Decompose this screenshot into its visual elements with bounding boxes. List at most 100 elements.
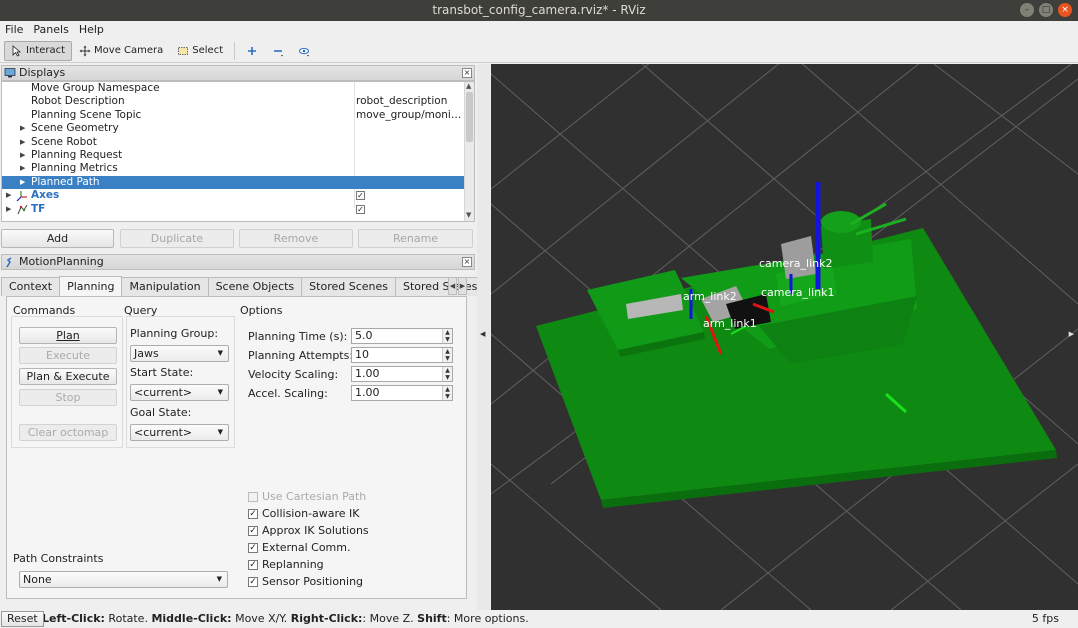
expand-arrow-icon[interactable]: ▶ (20, 162, 25, 175)
add-tool-button[interactable] (239, 41, 265, 61)
toolbar-separator (234, 41, 236, 60)
execute-button[interactable]: Execute (19, 347, 117, 364)
reset-button[interactable]: Reset (1, 611, 44, 627)
displays-title: Displays (19, 66, 66, 79)
use-cartesian-path-checkbox[interactable]: Use Cartesian Path (248, 490, 366, 503)
title-bar: transbot_config_camera.rviz* - RViz – □ … (0, 0, 1078, 21)
expand-arrow-icon[interactable]: ▶ (6, 203, 11, 216)
move-camera-tool-button[interactable]: Move Camera (72, 41, 170, 61)
status-key: Middle-Click: (151, 612, 232, 625)
tab-stored-scenes[interactable]: Stored Scenes (301, 277, 396, 296)
tree-row-planning-metrics[interactable]: ▶ Planning Metrics (2, 162, 464, 175)
tree-row-planning-request[interactable]: ▶ Planning Request (2, 149, 464, 162)
motion-planning-close-icon[interactable]: × (462, 257, 472, 267)
plan-and-execute-button[interactable]: Plan & Execute (19, 368, 117, 385)
collapse-left-icon[interactable]: ◀ (480, 330, 485, 338)
panel-splitter[interactable]: ◀ (477, 64, 490, 610)
checkmark-icon: ✓ (248, 525, 258, 536)
plan-label: Plan (56, 329, 80, 342)
path-constraints-select[interactable]: None ▼ (19, 571, 228, 588)
tf-enabled-checkbox[interactable]: ✓ (356, 204, 365, 214)
spin-arrows-icon[interactable]: ▲ ▼ (442, 367, 452, 381)
spin-arrows-icon[interactable]: ▲ ▼ (442, 348, 452, 362)
tab-scroll-left-icon[interactable]: ◀ (448, 277, 457, 295)
external-comm-checkbox[interactable]: ✓ External Comm. (248, 541, 350, 554)
scrollbar-thumb[interactable] (466, 92, 473, 142)
scroll-down-icon[interactable]: ▼ (466, 211, 471, 219)
tree-row-scene-geometry[interactable]: ▶ Scene Geometry (2, 122, 464, 135)
collapse-right-icon[interactable]: ▶ (1069, 330, 1074, 338)
velocity-scaling-input[interactable]: 1.00 ▲ ▼ (351, 366, 453, 382)
select-tool-button[interactable]: Select (170, 41, 230, 61)
clear-octomap-button[interactable]: Clear octomap (19, 424, 117, 441)
interact-tool-button[interactable]: Interact (4, 40, 73, 61)
chevron-down-icon: ▼ (217, 388, 223, 396)
start-state-label: Start State: (130, 366, 194, 379)
tree-row-tf[interactable]: ▶ TF ✓ (2, 203, 464, 216)
expand-arrow-icon[interactable]: ▶ (20, 176, 25, 189)
displays-tree[interactable]: Move Group Namespace Robot Description r… (1, 81, 475, 222)
planning-group-select[interactable]: Jaws ▼ (130, 345, 229, 362)
checkbox-box (248, 491, 258, 502)
tree-row-scene-robot[interactable]: ▶ Scene Robot (2, 136, 464, 149)
scroll-up-icon[interactable]: ▲ (466, 82, 471, 90)
menu-help[interactable]: Help (79, 21, 104, 39)
add-display-button[interactable]: Add (1, 229, 114, 248)
menu-file[interactable]: File (5, 21, 23, 39)
tree-row-axes[interactable]: ▶ Axes ✓ (2, 189, 464, 202)
spin-arrows-icon[interactable]: ▲ ▼ (442, 329, 452, 343)
planning-time-label: Planning Time (s): (248, 330, 348, 343)
fps-readout: 5 fps (1031, 612, 1059, 625)
tab-scene-objects[interactable]: Scene Objects (207, 277, 303, 296)
tab-manipulation[interactable]: Manipulation (121, 277, 209, 296)
select-label: Select (192, 45, 224, 56)
tree-row-robot-description[interactable]: Robot Description robot_description (2, 95, 464, 108)
expand-arrow-icon[interactable]: ▶ (6, 189, 11, 202)
remove-display-button[interactable]: Remove (239, 229, 353, 248)
spin-arrows-icon[interactable]: ▲ ▼ (442, 386, 452, 400)
minimize-button[interactable]: – (1020, 3, 1034, 17)
tab-scroll-right-icon[interactable]: ▶ (458, 277, 467, 295)
velocity-scaling-value: 1.00 (355, 367, 380, 380)
collision-aware-ik-checkbox[interactable]: ✓ Collision-aware IK (248, 507, 360, 520)
move-camera-icon (79, 45, 91, 56)
3d-viewport[interactable]: camera_link2 arm_link2 arm_link1 camera_… (491, 64, 1078, 610)
tree-row-move-group-namespace[interactable]: Move Group Namespace (2, 82, 464, 95)
tree-row-value[interactable]: robot_description (356, 95, 464, 108)
status-bar: Left-Click: Rotate. Middle-Click: Move X… (0, 610, 1078, 628)
approx-ik-solutions-checkbox[interactable]: ✓ Approx IK Solutions (248, 524, 369, 537)
tree-row-name: Scene Geometry (31, 122, 119, 135)
tree-row-name: Planning Scene Topic (31, 108, 142, 121)
sensor-positioning-checkbox[interactable]: ✓ Sensor Positioning (248, 575, 363, 588)
stop-button[interactable]: Stop (19, 389, 117, 406)
rename-display-button[interactable]: Rename (358, 229, 473, 248)
eye-icon (299, 47, 310, 56)
expand-arrow-icon[interactable]: ▶ (20, 149, 25, 162)
tree-row-planned-path[interactable]: ▶ Planned Path (2, 175, 464, 190)
remove-tool-button[interactable] (265, 41, 291, 61)
checkbox-label: External Comm. (262, 541, 351, 554)
expand-arrow-icon[interactable]: ▶ (20, 122, 25, 135)
maximize-button[interactable]: □ (1039, 3, 1053, 17)
goal-state-select[interactable]: <current> ▼ (130, 424, 229, 441)
planning-attempts-value: 10 (355, 348, 369, 361)
tree-row-planning-scene-topic[interactable]: Planning Scene Topic move_group/monit... (2, 109, 464, 122)
start-state-select[interactable]: <current> ▼ (130, 384, 229, 401)
displays-close-icon[interactable]: × (462, 68, 472, 78)
planning-time-input[interactable]: 5.0 ▲ ▼ (351, 328, 453, 344)
displays-scrollbar[interactable]: ▲ ▼ (464, 82, 474, 221)
close-button[interactable]: × (1058, 3, 1072, 17)
axes-enabled-checkbox[interactable]: ✓ (356, 191, 365, 201)
accel-scaling-input[interactable]: 1.00 ▲ ▼ (351, 385, 453, 401)
tab-context[interactable]: Context (1, 277, 61, 296)
duplicate-display-button[interactable]: Duplicate (120, 229, 234, 248)
replanning-checkbox[interactable]: ✓ Replanning (248, 558, 324, 571)
planning-attempts-input[interactable]: 10 ▲ ▼ (351, 347, 453, 363)
plan-button[interactable]: Plan (19, 327, 117, 344)
tab-stored-states[interactable]: Stored States (395, 277, 486, 296)
menu-panels[interactable]: Panels (33, 21, 68, 39)
tab-planning[interactable]: Planning (59, 276, 123, 296)
view-tool-button[interactable] (291, 41, 317, 61)
tree-row-value[interactable]: move_group/monit... (356, 109, 464, 122)
expand-arrow-icon[interactable]: ▶ (20, 136, 25, 149)
